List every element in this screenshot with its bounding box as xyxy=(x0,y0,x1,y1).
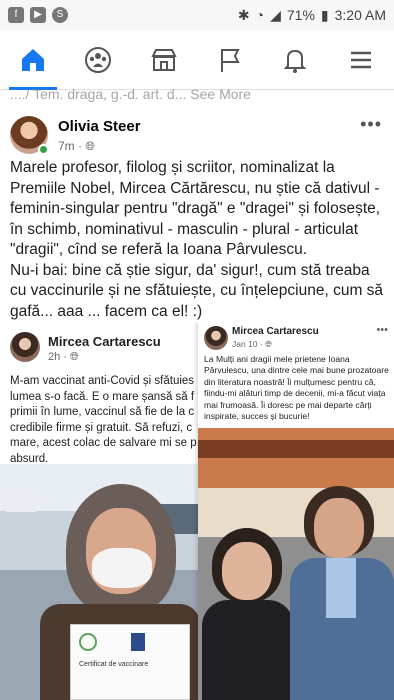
facebook-notification-icon: f xyxy=(8,7,24,23)
nav-notifications[interactable] xyxy=(265,30,325,90)
certificate-caption: Certificat de vaccinare xyxy=(79,661,149,668)
nav-groups[interactable] xyxy=(68,30,128,90)
shared-text-right: La Mulți ani dragii mele prietene Ioana … xyxy=(204,354,389,422)
shared-text-left: M-am vaccinat anti-Covid și sfătuies lum… xyxy=(10,374,214,467)
shared-screenshot-right: Mircea Cartarescu Jan 10 · 🌐︎ ••• La Mul… xyxy=(198,322,394,700)
globe-icon: 🌐︎ xyxy=(85,139,95,153)
home-icon xyxy=(21,48,44,71)
shared-time-right: Jan 10 xyxy=(232,339,258,349)
online-status-dot xyxy=(38,144,49,155)
post-header: Olivia Steer 7m · 🌐︎ ••• xyxy=(10,112,384,156)
battery-level: 71% xyxy=(286,7,315,23)
shared-avatar-left xyxy=(10,332,40,362)
shared-author-left: Mircea Cartarescu xyxy=(48,334,161,349)
groups-icon xyxy=(85,46,112,73)
wifi-icon: ◔ xyxy=(255,7,265,23)
shared-text-line: M-am vaccinat anti-Covid și sfătuies xyxy=(10,375,195,387)
man-shirt xyxy=(326,558,356,618)
face-mask xyxy=(92,548,152,588)
post-time[interactable]: 7m xyxy=(58,139,75,153)
shared-meta-right: Jan 10 · 🌐︎ xyxy=(232,339,272,349)
status-notification-icons: f ▶ S xyxy=(8,7,68,23)
status-bar: f ▶ S ✱ ◔ ◢ 71% ▮ 3:20 AM xyxy=(0,0,394,30)
hamburger-menu-icon xyxy=(351,51,372,68)
post-paragraph-1: Marele profesor, filolog și scriitor, no… xyxy=(10,159,381,258)
author-name[interactable]: Olivia Steer xyxy=(58,118,141,135)
nav-home[interactable] xyxy=(3,30,63,90)
previous-post-snippet: ..../ Tem. draga, g.-d. art. d... See Mo… xyxy=(10,86,251,102)
nav-pages[interactable] xyxy=(200,30,260,90)
shared-time-left: 2h xyxy=(48,351,61,363)
shazam-notification-icon: S xyxy=(52,7,68,23)
post-image[interactable]: Mircea Cartarescu 2h · 🌐︎ M-am vaccinat … xyxy=(0,322,394,700)
post-body: Marele profesor, filolog și scriitor, no… xyxy=(10,158,388,322)
shared-text-line: credibile firme și gratuit. Să refuzi, c xyxy=(10,421,193,434)
signal-icon: ◢ xyxy=(270,6,281,23)
marketplace-icon xyxy=(151,48,177,71)
vaccination-photo: Certificat de vaccinare xyxy=(0,464,214,700)
bell-icon xyxy=(284,49,307,73)
vaccination-certificate: Certificat de vaccinare xyxy=(70,624,190,700)
certificate-logo xyxy=(79,633,97,651)
nav-marketplace[interactable] xyxy=(134,30,194,90)
nav-menu[interactable] xyxy=(331,30,391,90)
post-paragraph-2: Nu-i bai: bine că știe sigur, da' sigur!… xyxy=(10,261,384,320)
top-navigation xyxy=(0,30,394,90)
bluetooth-icon: ✱ xyxy=(237,6,250,23)
woman-coat xyxy=(202,600,294,700)
battery-icon: ▮ xyxy=(320,6,329,23)
shared-author-right: Mircea Cartarescu xyxy=(232,326,319,337)
flag-icon xyxy=(220,48,240,72)
woman-face xyxy=(222,542,272,600)
shared-avatar-right xyxy=(204,326,228,350)
youtube-notification-icon: ▶ xyxy=(30,7,46,23)
background-screen xyxy=(6,492,36,512)
shared-text-line: mare, acest colac de salvare mi se p xyxy=(10,437,197,449)
portrait-photo xyxy=(198,428,394,700)
man-face xyxy=(314,498,364,558)
status-right: ✱ ◔ ◢ 71% ▮ 3:20 AM xyxy=(238,7,386,24)
post-meta: 7m · 🌐︎ xyxy=(58,139,95,154)
coat-of-arms-icon xyxy=(131,633,145,651)
shared-meta-left: 2h · 🌐︎ xyxy=(48,351,79,363)
more-options-icon[interactable]: ••• xyxy=(360,114,382,135)
background-banner xyxy=(198,440,394,458)
shared-more-icon: ••• xyxy=(376,324,388,336)
shared-text-line: primii în lume, vaccinul să fie de la c xyxy=(10,406,195,418)
clock: 3:20 AM xyxy=(334,7,386,23)
shared-text-line: lumea s-o facă. E o mare șansă să f xyxy=(10,390,195,403)
shared-screenshot-left: Mircea Cartarescu 2h · 🌐︎ M-am vaccinat … xyxy=(0,322,216,700)
